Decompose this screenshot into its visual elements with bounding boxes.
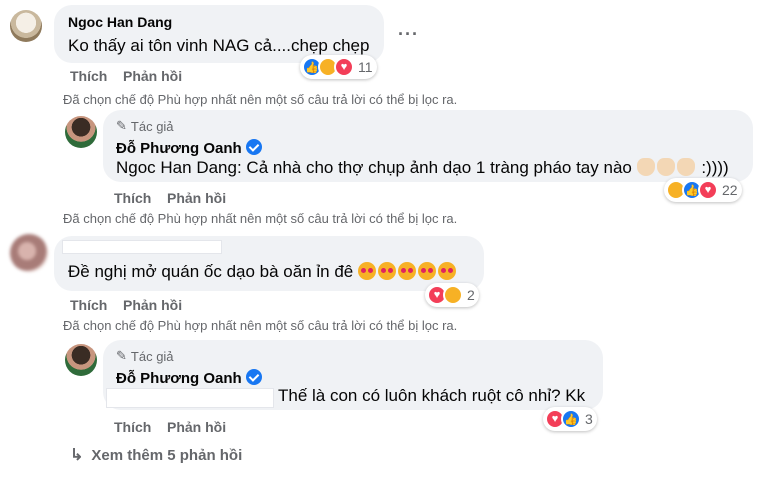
filter-note: Đã chọn chế độ Phù hợp nhất nên một số c… [63,211,458,226]
reply-text: Ngoc Han Dang: Cả nhà cho thợ chụp ảnh d… [116,158,729,178]
comment-text: Đề nghị mở quán ốc dạo bà oăn ỉn đê [68,262,458,282]
verified-badge-icon [245,369,262,385]
smiling-hearts-icon [357,262,376,280]
reply-body: : Cả nhà cho thợ chụp ảnh dạo 1 tràng ph… [236,158,632,177]
filter-note: Đã chọn chế độ Phù hợp nhất nên một số c… [63,318,458,333]
smiling-hearts-icon [437,262,456,280]
smiling-hearts-icon [417,262,436,280]
clapping-hands-icon [636,158,655,176]
love-reaction-icon: ♥ [334,57,354,77]
avatar[interactable] [65,344,97,376]
clapping-hands-icon [656,158,675,176]
love-reaction-icon: ♥ [698,180,718,200]
comment-body: Đề nghị mở quán ốc dạo bà oăn ỉn đê [68,262,354,281]
reply-text: Thế là con có luôn khách ruột cô nhỉ? Kk [278,386,586,405]
reaction-summary[interactable]: ♥ 👍 3 [543,407,597,431]
verified-badge-icon [245,139,262,155]
care-reaction-icon [443,285,463,305]
reply-author[interactable]: Đỗ Phương Oanh [116,139,262,157]
like-button[interactable]: Thích [70,68,107,84]
author-tag: ✎ Tác giả [116,118,174,134]
reaction-count: 2 [467,287,475,303]
reaction-summary[interactable]: 👍 ♥ 22 [664,178,742,202]
clapping-hands-icon [676,158,695,176]
redacted-name [62,240,222,254]
pencil-icon: ✎ [116,118,127,133]
like-button[interactable]: Thích [70,297,107,313]
reaction-count: 22 [722,182,738,198]
reply-button[interactable]: Phản hồi [123,297,182,313]
avatar[interactable] [10,10,42,42]
like-button[interactable]: Thích [114,190,151,206]
more-options-icon[interactable]: ··· [398,24,419,45]
pencil-icon: ✎ [116,348,127,363]
comment-text: Ko thấy ai tôn vinh NAG cả....chẹp chẹp [68,36,370,55]
smiling-hearts-icon [377,262,396,280]
avatar[interactable] [65,116,97,148]
view-more-replies-link[interactable]: ↳ Xem thêm 5 phản hồi [70,445,242,465]
reaction-summary[interactable]: 👍 ♥ 11 [300,55,377,79]
like-reaction-icon: 👍 [561,409,581,429]
mention-link[interactable]: Ngoc Han Dang [116,158,237,177]
avatar[interactable] [10,234,48,272]
reply-tail: :)))) [701,158,729,177]
view-more-replies-label: Xem thêm 5 phản hồi [91,446,243,464]
author-tag-label: Tác giả [130,118,174,134]
reaction-count: 11 [358,59,373,75]
filter-note: Đã chọn chế độ Phù hợp nhất nên một số c… [63,92,458,107]
like-button[interactable]: Thích [114,419,151,435]
reply-button[interactable]: Phản hồi [167,190,226,206]
smiling-hearts-icon [397,262,416,280]
reaction-count: 3 [585,411,593,427]
reply-arrow-icon: ↳ [70,447,84,464]
reaction-summary[interactable]: ♥ 2 [425,283,479,307]
reply-button[interactable]: Phản hồi [123,68,182,84]
author-tag-label: Tác giả [130,348,174,364]
reply-author[interactable]: Đỗ Phương Oanh [116,369,262,387]
reply-author-name: Đỗ Phương Oanh [116,370,242,387]
reply-author-name: Đỗ Phương Oanh [116,140,242,157]
reply-button[interactable]: Phản hồi [167,419,226,435]
comment-author[interactable]: Ngoc Han Dang [68,14,172,30]
author-tag: ✎ Tác giả [116,348,174,364]
redacted-mention [106,388,274,408]
